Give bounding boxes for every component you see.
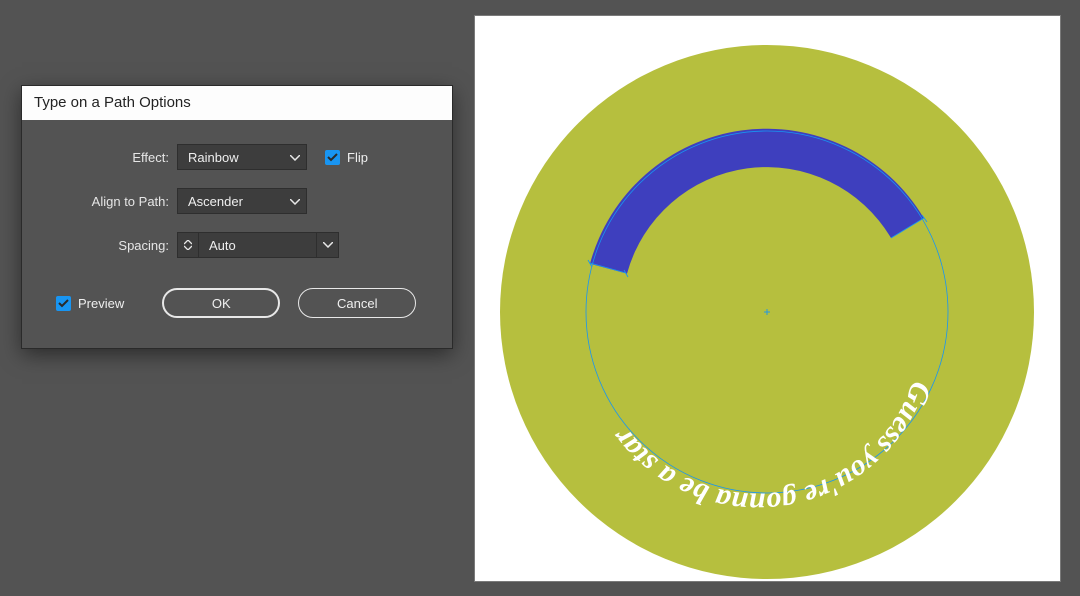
spacing-stepper[interactable] [177, 232, 199, 258]
dialog-actions: Preview OK Cancel [44, 288, 430, 318]
flip-label: Flip [347, 150, 368, 165]
type-on-path-options-dialog: Type on a Path Options Effect: Rainbow F… [22, 86, 452, 348]
dialog-body: Effect: Rainbow Flip Align to Path: Asce… [22, 120, 452, 348]
checkbox-checked-icon [56, 296, 71, 311]
effect-value: Rainbow [188, 150, 239, 165]
effect-label: Effect: [44, 150, 177, 165]
preview-checkbox[interactable]: Preview [56, 296, 124, 311]
artboard-svg: Guess you're gonna be a star [475, 16, 1060, 581]
align-row: Align to Path: Ascender [44, 188, 430, 214]
spacing-control: Auto [177, 232, 339, 258]
align-value: Ascender [188, 194, 243, 209]
flip-checkbox[interactable]: Flip [325, 150, 368, 165]
chevron-down-icon [323, 242, 333, 248]
chevron-down-icon [290, 144, 300, 170]
spacing-row: Spacing: Auto [44, 232, 430, 258]
checkbox-checked-icon [325, 150, 340, 165]
align-select[interactable]: Ascender [177, 188, 307, 214]
dialog-title: Type on a Path Options [22, 86, 452, 120]
preview-label: Preview [78, 296, 124, 311]
spacing-input[interactable]: Auto [199, 232, 317, 258]
artboard[interactable]: Guess you're gonna be a star [475, 16, 1060, 581]
chevron-down-icon [184, 245, 192, 250]
spacing-dropdown[interactable] [317, 232, 339, 258]
effect-select[interactable]: Rainbow [177, 144, 307, 170]
ok-button[interactable]: OK [162, 288, 280, 318]
spacing-label: Spacing: [44, 238, 177, 253]
chevron-down-icon [290, 188, 300, 214]
align-label: Align to Path: [44, 194, 177, 209]
effect-row: Effect: Rainbow Flip [44, 144, 430, 170]
cancel-button[interactable]: Cancel [298, 288, 416, 318]
